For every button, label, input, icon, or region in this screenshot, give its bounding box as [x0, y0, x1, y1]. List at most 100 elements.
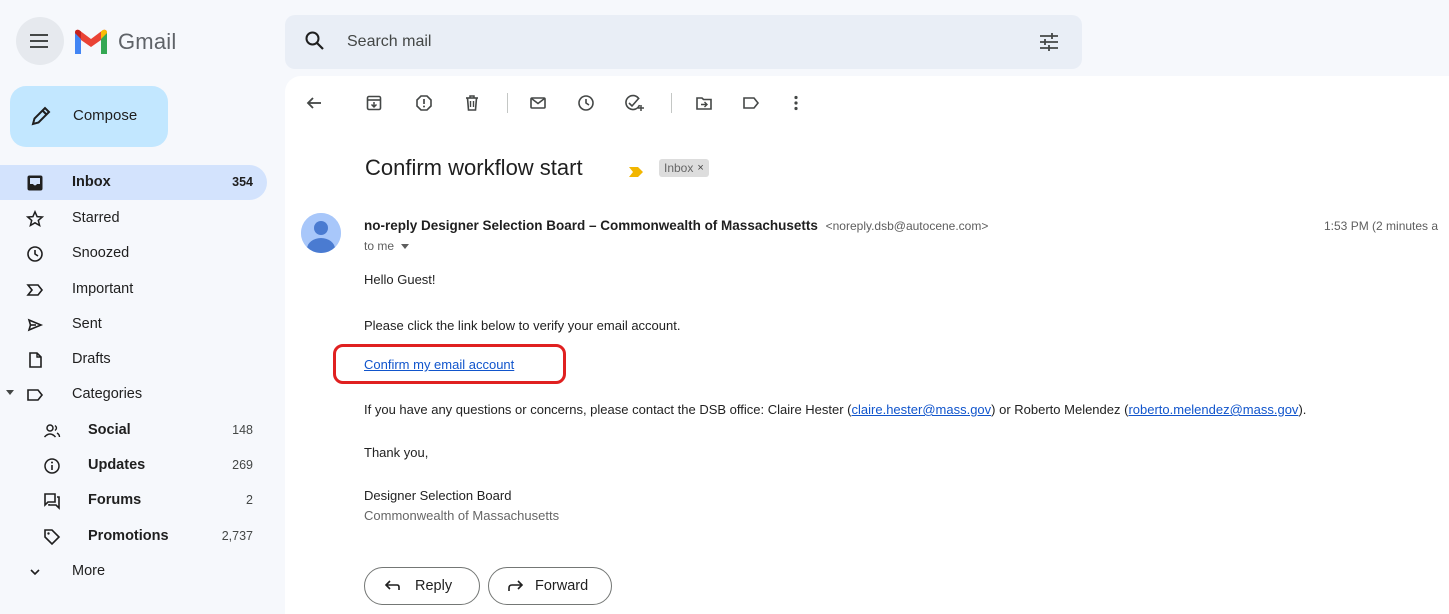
contact-paragraph: If you have any questions or concerns, p…: [364, 402, 1306, 417]
gmail-logo[interactable]: Gmail: [72, 26, 176, 58]
label-icon[interactable]: [740, 92, 762, 114]
compose-button[interactable]: Compose: [10, 86, 168, 147]
sidebar-item-sent[interactable]: Sent: [0, 307, 267, 342]
expand-caret-icon[interactable]: [6, 390, 14, 395]
reply-arrow-icon: [383, 577, 401, 599]
contact-email-link[interactable]: roberto.melendez@mass.gov: [1128, 402, 1298, 417]
tag-icon: [42, 527, 62, 547]
confirm-email-link[interactable]: Confirm my email account: [364, 357, 514, 372]
contact-text: If you have any questions or concerns, p…: [364, 402, 852, 417]
send-icon: [25, 315, 45, 335]
hamburger-menu-icon: [30, 34, 48, 48]
sidebar-item-label: Social: [88, 422, 131, 438]
toolbar-divider: [507, 93, 508, 113]
sidebar-item-forums[interactable]: Forums 2: [0, 483, 267, 518]
sidebar-item-categories[interactable]: Categories: [0, 377, 267, 412]
importance-marker-icon[interactable]: [629, 164, 643, 182]
sender-email: <noreply.dsb@autocene.com>: [825, 219, 989, 233]
sidebar-item-label: Updates: [88, 457, 146, 473]
chevron-down-icon: [25, 562, 45, 582]
back-arrow-icon[interactable]: [303, 92, 325, 114]
label-icon: [25, 385, 45, 405]
more-options-icon[interactable]: [785, 92, 807, 114]
sidebar-item-updates[interactable]: Updates 269: [0, 448, 267, 483]
people-icon: [42, 421, 62, 441]
signature-organization: Commonwealth of Massachusetts: [364, 508, 560, 523]
archive-icon[interactable]: [363, 92, 385, 114]
main-menu-button[interactable]: [16, 17, 64, 65]
recipient-text: to me: [364, 239, 395, 253]
sidebar-item-label: Starred: [72, 210, 120, 226]
reply-label: Reply: [415, 578, 453, 594]
unread-count: 354: [232, 175, 253, 189]
reply-button[interactable]: Reply: [364, 567, 480, 605]
forward-button[interactable]: Forward: [488, 567, 612, 605]
email-greeting: Hello Guest!: [364, 272, 436, 287]
sidebar-item-label: Promotions: [88, 528, 169, 544]
unread-count: 2: [246, 493, 253, 507]
draft-icon: [25, 350, 45, 370]
remove-label-icon[interactable]: ×: [697, 159, 703, 177]
email-closing: Thank you,: [364, 445, 429, 460]
forum-icon: [42, 491, 62, 511]
sender-line: no-reply Designer Selection Board – Comm…: [364, 218, 988, 233]
info-icon: [42, 456, 62, 476]
important-icon: [25, 280, 45, 300]
sidebar-item-label: Sent: [72, 316, 102, 332]
sidebar-item-promotions[interactable]: Promotions 2,737: [0, 519, 267, 554]
forward-arrow-icon: [507, 577, 525, 599]
sidebar-item-social[interactable]: Social 148: [0, 413, 267, 448]
confirm-link-line: Confirm my email account: [364, 357, 514, 372]
sidebar-item-label: Snoozed: [72, 245, 130, 261]
contact-email-link[interactable]: claire.hester@mass.gov: [852, 402, 992, 417]
toolbar-divider: [671, 93, 672, 113]
unread-count: 148: [232, 423, 253, 437]
pencil-icon: [30, 105, 52, 132]
sidebar-item-label: Drafts: [72, 351, 111, 367]
sender-avatar[interactable]: [301, 213, 341, 253]
contact-text: ).: [1298, 402, 1307, 417]
unread-count: 269: [232, 458, 253, 472]
search-options-icon[interactable]: [1037, 30, 1061, 59]
search-input[interactable]: [347, 29, 987, 55]
sidebar-item-drafts[interactable]: Drafts: [0, 342, 267, 377]
gmail-logo-text: Gmail: [118, 29, 177, 54]
signature-name: Designer Selection Board: [364, 488, 512, 503]
sidebar-item-starred[interactable]: Starred: [0, 201, 267, 236]
sidebar-item-inbox[interactable]: Inbox 354: [0, 165, 267, 200]
mark-unread-icon[interactable]: [527, 92, 549, 114]
email-instruction: Please click the link below to verify yo…: [364, 318, 681, 333]
email-timestamp: 1:53 PM (2 minutes a: [1324, 219, 1439, 233]
label-chip-text: Inbox: [664, 161, 694, 175]
sidebar-item-label: Inbox: [72, 174, 111, 190]
inbox-icon: [25, 173, 45, 193]
inbox-label-chip[interactable]: Inbox ×: [659, 159, 709, 177]
search-icon[interactable]: [303, 29, 327, 58]
contact-text: ) or Roberto Melendez (: [991, 402, 1129, 417]
email-subject: Confirm workflow start: [365, 155, 583, 180]
report-spam-icon[interactable]: [413, 92, 435, 114]
sidebar-item-snoozed[interactable]: Snoozed: [0, 236, 267, 271]
sidebar-item-label: Forums: [88, 492, 142, 508]
star-icon: [25, 209, 45, 229]
forward-label: Forward: [535, 578, 589, 594]
move-to-icon[interactable]: [693, 92, 715, 114]
snooze-icon[interactable]: [575, 92, 597, 114]
message-toolbar: [285, 76, 1449, 132]
delete-icon[interactable]: [461, 92, 483, 114]
gmail-m-icon: [75, 29, 107, 54]
sidebar-item-label: Important: [72, 281, 134, 297]
sender-name[interactable]: no-reply Designer Selection Board – Comm…: [364, 218, 818, 233]
add-task-icon[interactable]: [623, 92, 645, 114]
sidebar-item-label: More: [72, 563, 106, 579]
sidebar-item-label: Categories: [72, 386, 143, 402]
recipient-details[interactable]: to me: [364, 239, 410, 253]
sidebar-item-important[interactable]: Important: [0, 272, 267, 307]
compose-label: Compose: [73, 107, 138, 124]
caret-down-icon[interactable]: [401, 243, 410, 249]
unread-count: 2,737: [221, 529, 253, 543]
clock-icon: [25, 244, 45, 264]
search-bar[interactable]: [285, 15, 1082, 69]
message-view: Confirm workflow start Inbox × no-reply …: [285, 76, 1449, 614]
sidebar-item-more[interactable]: More: [0, 554, 267, 589]
